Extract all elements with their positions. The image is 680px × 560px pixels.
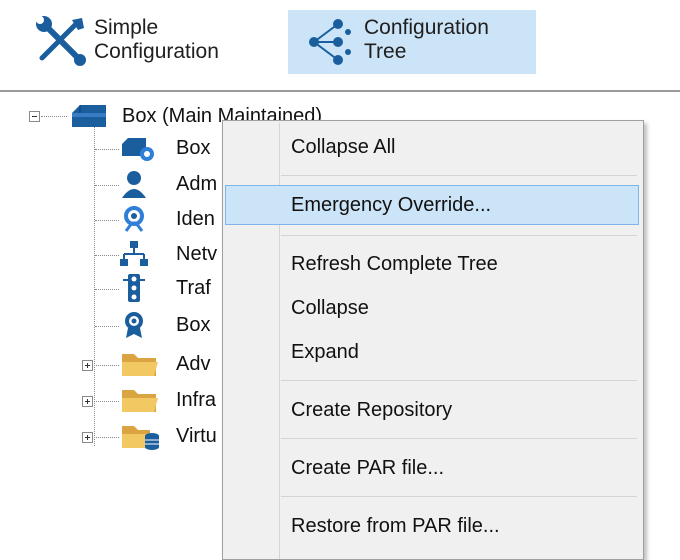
- tree-node-box-certificate[interactable]: Box: [120, 311, 210, 339]
- expand-toggle[interactable]: [82, 432, 93, 443]
- tree-node-identity[interactable]: Iden: [120, 205, 215, 233]
- tree-node-label: Virtu: [176, 424, 217, 447]
- tree-line: [41, 116, 67, 117]
- menu-item-create-par-file[interactable]: Create PAR file...: [225, 448, 639, 488]
- tree-line: [94, 365, 119, 366]
- menu-item-restore-from-par-file[interactable]: Restore from PAR file...: [225, 506, 639, 546]
- menu-separator: [281, 438, 637, 439]
- box-settings-icon: [122, 138, 154, 161]
- tree-node-label: Infra: [176, 388, 217, 411]
- tree-line: [94, 126, 95, 446]
- simple-configuration-button[interactable]: Simple Configuration: [28, 12, 268, 74]
- toolbar: Simple Configuration Configuration Tree: [0, 0, 680, 90]
- tree-line: [95, 289, 119, 290]
- menu-separator: [281, 175, 637, 176]
- configuration-tree-button[interactable]: Configuration Tree: [288, 10, 536, 74]
- tree-node-label: Box: [176, 136, 211, 159]
- folder-database-icon: [122, 426, 159, 450]
- tree-node-adv-folder[interactable]: Adv: [120, 350, 210, 378]
- config-tree-label-2: Tree: [364, 40, 407, 63]
- certificate-badge-icon: [125, 312, 143, 338]
- root-collapse-toggle[interactable]: [29, 111, 40, 122]
- simple-config-label-2: Configuration: [94, 40, 219, 63]
- folder-icon: [122, 390, 158, 412]
- menu-item-emergency-override[interactable]: Emergency Override...: [225, 185, 639, 225]
- context-menu: Collapse All Emergency Override... Refre…: [222, 120, 644, 560]
- menu-separator: [281, 380, 637, 381]
- share-tree-icon: [309, 19, 351, 65]
- tree-line: [94, 401, 119, 402]
- traffic-light-icon: [123, 274, 145, 302]
- tree-node-label: Adv: [176, 352, 211, 375]
- menu-item-expand[interactable]: Expand: [225, 332, 639, 372]
- network-icon: [120, 241, 148, 266]
- tree-line: [95, 149, 119, 150]
- tree-node-network[interactable]: Netv: [120, 240, 217, 268]
- wrench-screwdriver-icon: [36, 16, 86, 66]
- menu-item-collapse-all[interactable]: Collapse All: [225, 127, 639, 167]
- menu-separator: [281, 235, 637, 236]
- menu-item-refresh-complete-tree[interactable]: Refresh Complete Tree: [225, 244, 639, 284]
- menu-item-create-repository[interactable]: Create Repository: [225, 390, 639, 430]
- tree-node-label: Netv: [176, 242, 218, 265]
- identity-gear-icon: [124, 206, 144, 232]
- tree-node-box-settings[interactable]: Box: [120, 134, 210, 162]
- tree-node-label: Adm: [176, 172, 218, 195]
- menu-separator: [281, 496, 637, 497]
- server-box-icon: [72, 105, 106, 127]
- config-tree-label-1: Configuration: [364, 16, 489, 39]
- tree-node-label: Box: [176, 313, 211, 336]
- tree-node-label: Traf: [176, 276, 211, 299]
- expand-toggle[interactable]: [82, 360, 93, 371]
- folder-icon: [122, 354, 158, 376]
- menu-item-collapse[interactable]: Collapse: [225, 288, 639, 328]
- tree-line: [95, 220, 119, 221]
- tree-node-admin[interactable]: Adm: [120, 170, 217, 198]
- simple-config-label-1: Simple: [94, 16, 159, 39]
- tree-node-label: Iden: [176, 207, 215, 230]
- tree-line: [95, 185, 119, 186]
- tree-node-infra-folder[interactable]: Infra: [120, 386, 216, 414]
- tree-line: [95, 255, 119, 256]
- tree-node-virtual-folder[interactable]: Virtu: [120, 422, 217, 450]
- tree-line: [95, 326, 119, 327]
- expand-toggle[interactable]: [82, 396, 93, 407]
- user-icon: [122, 171, 146, 198]
- tree-node-traffic[interactable]: Traf: [120, 274, 211, 302]
- tree-line: [94, 437, 119, 438]
